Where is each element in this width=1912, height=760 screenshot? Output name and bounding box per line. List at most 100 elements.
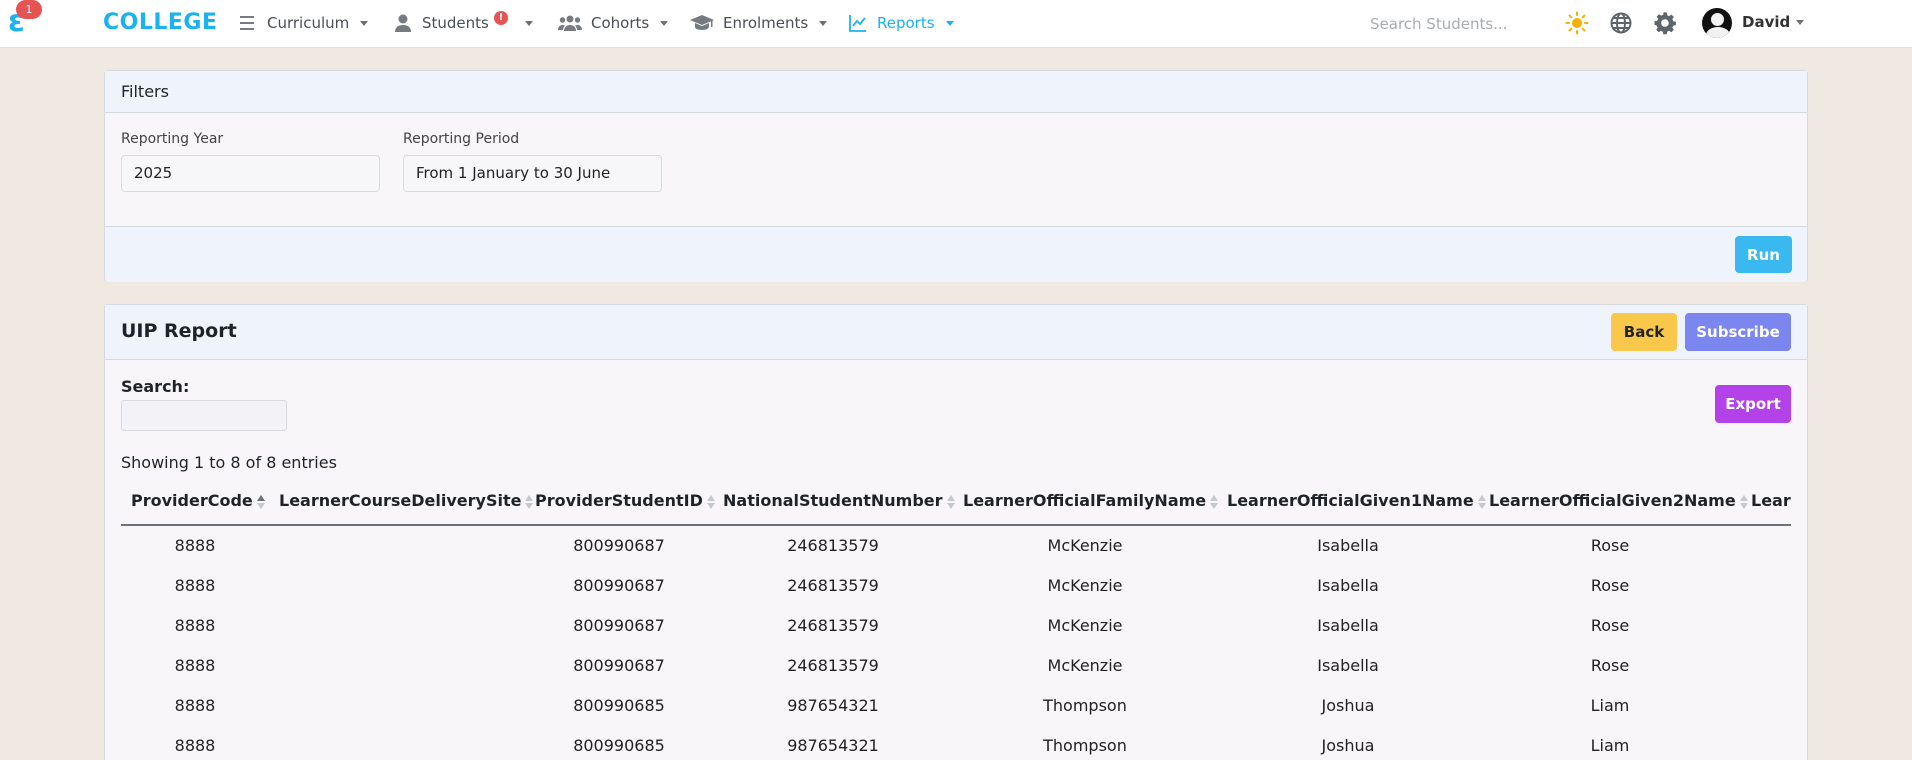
reporting-year-select[interactable]: 2025 — [121, 155, 380, 192]
nav-curriculum-label: Curriculum — [267, 14, 350, 32]
nav-curriculum[interactable]: Curriculum — [238, 0, 369, 46]
table-row: 8888 800990687 246813579 McKenzie Isabella Ro… — [121, 645, 1791, 685]
line-chart-icon — [849, 15, 866, 32]
nav-cohorts-label: Cohorts — [591, 14, 650, 32]
column-header-label: ProviderCode — [131, 491, 253, 510]
column-header-label: ProviderStudentID — [535, 491, 703, 510]
table-cell: 800990685 — [573, 695, 665, 715]
col-family-name[interactable]: LearnerOfficialFamilyName — [953, 477, 1220, 526]
column-header-label: LearnerOfficialGiven2Name — [1489, 491, 1736, 510]
table-cell: Isabella — [1317, 655, 1379, 675]
menu-lines-icon — [240, 16, 254, 30]
users-group-icon — [558, 15, 582, 31]
nav-reports[interactable]: Reports — [848, 0, 954, 46]
run-button[interactable]: Run — [1735, 236, 1792, 273]
column-header-label: LearnerCourseDeliverySite — [279, 491, 522, 510]
table-row: 8888 800990685 987654321 Thompson Joshua Liam — [121, 725, 1791, 760]
table-cell: 8888 — [174, 695, 216, 715]
subscribe-button[interactable]: Subscribe — [1685, 313, 1791, 351]
nav-enrolments[interactable]: Enrolments — [690, 0, 828, 46]
table-cell: 246813579 — [787, 615, 879, 635]
top-navbar: ε 1 COLLEGE Curriculum Students ! Cohort… — [0, 0, 1912, 48]
table-cell: Joshua — [1321, 735, 1375, 755]
reporting-period-label: Reporting Period — [403, 131, 520, 147]
column-header-label: LearnerOfficialGiven1Name — [1227, 491, 1474, 510]
chevron-down-icon — [524, 20, 533, 26]
sort-icon — [1739, 494, 1750, 510]
user-icon — [395, 14, 411, 32]
table-cell — [1741, 565, 1791, 605]
table-cell — [1741, 605, 1791, 645]
nav-enrolments-label: Enrolments — [723, 14, 809, 32]
table-cell — [269, 605, 525, 645]
export-button[interactable]: Export — [1715, 385, 1791, 423]
col-given2-name[interactable]: LearnerOfficialGiven2Name — [1479, 477, 1748, 526]
table-cell: Thompson — [1043, 695, 1127, 715]
table-cell: 800990687 — [573, 615, 665, 635]
user-avatar[interactable] — [1702, 8, 1732, 38]
table-cell — [269, 725, 525, 760]
col-given1-name[interactable]: LearnerOfficialGiven1Name — [1217, 477, 1486, 526]
table-cell — [269, 685, 525, 725]
notification-badge[interactable]: 1 — [16, 0, 42, 19]
nav-cohorts[interactable]: Cohorts — [558, 0, 669, 46]
back-button[interactable]: Back — [1611, 313, 1677, 351]
report-header: UIP Report Back Subscribe — [105, 305, 1807, 360]
sort-icon — [706, 494, 717, 510]
reporting-period-group: Reporting Period From 1 January to 30 Ju… — [403, 131, 662, 192]
filters-title: Filters — [121, 82, 169, 101]
table-cell: 800990687 — [573, 655, 665, 675]
table-cell: Rose — [1590, 655, 1630, 675]
user-menu[interactable]: David — [1742, 13, 1805, 31]
table-cell: 987654321 — [787, 695, 879, 715]
sort-asc-icon — [256, 494, 267, 510]
filters-header: Filters — [105, 71, 1807, 113]
table-cell: McKenzie — [1047, 575, 1123, 595]
reporting-period-select[interactable]: From 1 January to 30 June — [403, 155, 662, 192]
sort-icon — [1210, 494, 1220, 510]
table-cell — [1741, 725, 1791, 760]
table-row: 8888 800990687 246813579 McKenzie Isabella Ro… — [121, 525, 1791, 565]
table-cell: Liam — [1590, 695, 1630, 715]
filters-card: Filters Reporting Year 2025 Reporting Pe… — [104, 70, 1808, 282]
table-cell: Liam — [1590, 735, 1630, 755]
nav-students[interactable]: Students ! — [393, 0, 533, 46]
column-header-label: LearnerOfficialFamilyName — [963, 491, 1207, 510]
table-cell: Isabella — [1317, 575, 1379, 595]
chevron-down-icon — [819, 20, 828, 26]
sun-icon[interactable] — [1565, 11, 1589, 35]
col-provider-student-id[interactable]: ProviderStudentID — [525, 477, 715, 526]
table-cell: 246813579 — [787, 536, 879, 555]
table-cell: Rose — [1590, 615, 1630, 635]
table-row: 8888 800990687 246813579 McKenzie Isabella Ro… — [121, 605, 1791, 645]
table-cell: McKenzie — [1047, 536, 1123, 555]
table-search-input[interactable] — [121, 400, 287, 431]
column-header-label: NationalStudentNumber — [723, 491, 943, 510]
table-cell: Rose — [1590, 536, 1630, 555]
chevron-down-icon — [1796, 19, 1805, 25]
nav-students-label: Students — [422, 14, 489, 32]
gear-icon[interactable] — [1653, 11, 1677, 35]
table-cell — [269, 645, 525, 685]
col-national-student-number[interactable]: NationalStudentNumber — [713, 477, 955, 526]
brand-name[interactable]: COLLEGE — [103, 10, 218, 35]
graduation-cap-icon — [690, 15, 714, 30]
report-table-wrapper[interactable]: ProviderCode LearnerCourseDeliverySite P… — [121, 477, 1791, 760]
col-learner-course-delivery-site[interactable]: LearnerCourseDeliverySite — [269, 477, 534, 526]
user-name-label: David — [1742, 13, 1791, 31]
table-header-row: ProviderCode LearnerCourseDeliverySite P… — [121, 477, 1791, 526]
app-logo[interactable]: ε 1 — [6, 0, 42, 44]
students-alert-badge: ! — [493, 11, 508, 25]
table-cell: 8888 — [174, 615, 216, 635]
table-cell: McKenzie — [1047, 655, 1123, 675]
table-cell: Isabella — [1317, 536, 1379, 555]
col-provider-code[interactable]: ProviderCode — [121, 477, 269, 526]
chevron-down-icon — [360, 20, 369, 26]
table-cell: 8888 — [174, 575, 216, 595]
globe-icon[interactable] — [1609, 11, 1633, 35]
student-search-input[interactable] — [1370, 10, 1550, 38]
table-row: 8888 800990685 987654321 Thompson Joshua Liam — [121, 685, 1791, 725]
table-cell: 800990687 — [573, 575, 665, 595]
table-cell — [1741, 645, 1791, 685]
sort-icon — [525, 494, 535, 510]
